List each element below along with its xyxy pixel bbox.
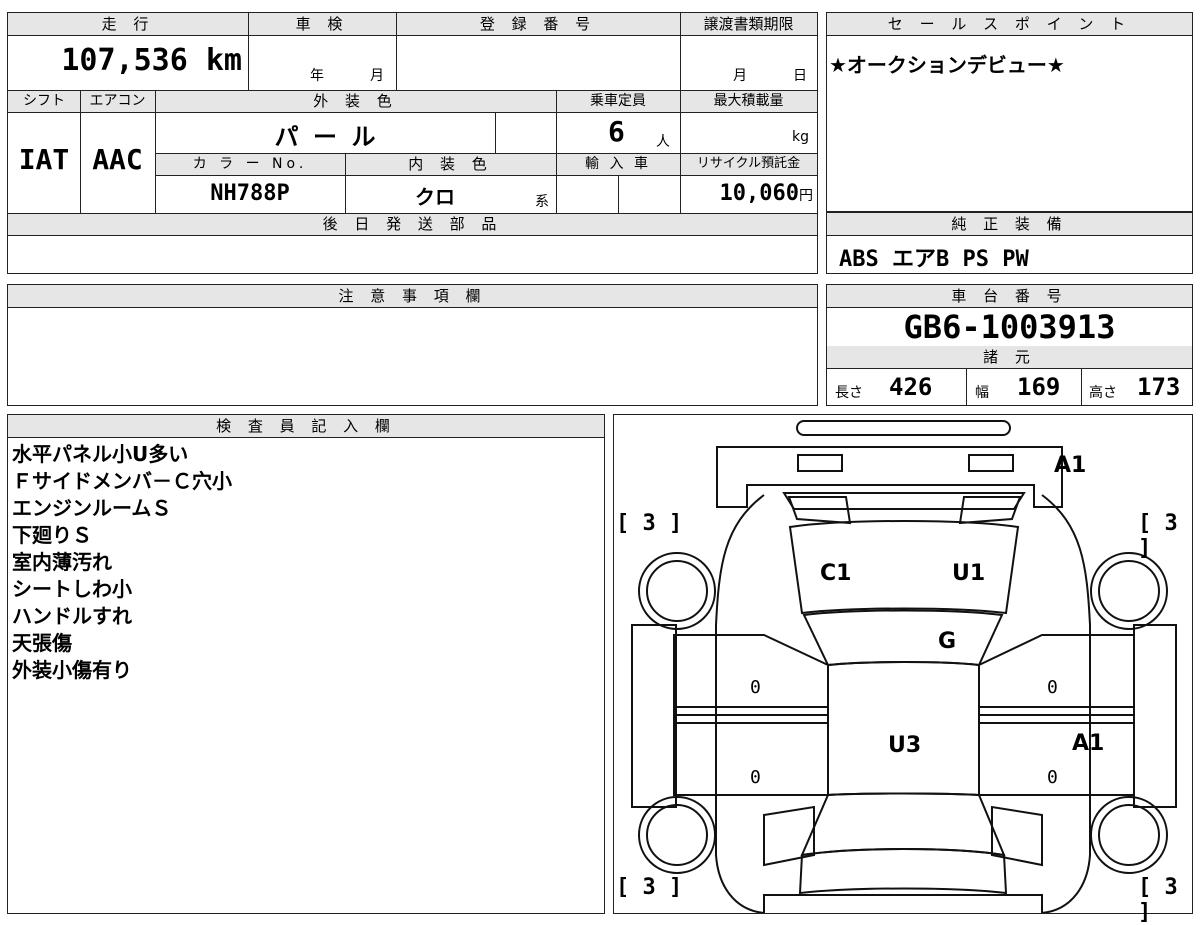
rear-hatch	[798, 848, 1008, 895]
sales-point-box: セ ー ル ス ポ イ ン ト ★オークションデビュー★	[826, 12, 1193, 212]
interior-color-value: クロ	[415, 185, 455, 209]
left-front-door	[673, 634, 829, 716]
width-value: 169	[1017, 373, 1061, 401]
damage-right-rear-door: A1	[1072, 731, 1105, 756]
right-front-door	[978, 634, 1135, 716]
wheel-front-left	[638, 552, 716, 630]
header-inspection: 車 検	[248, 13, 396, 35]
header-dimensions: 諸 元	[827, 346, 1192, 368]
inspector-line: Ｆサイドメンバ－Ｃ穴小	[12, 469, 232, 493]
windshield	[802, 609, 1004, 667]
header-recycle-fee: リサイクル預託金	[680, 153, 817, 175]
recycle-fee-number: 10,060	[719, 181, 799, 206]
header-shift: シフト	[8, 90, 80, 112]
recycle-fee-value: 10,060円	[680, 181, 817, 206]
equipment-box: 純 正 装 備 ABS エアB PS PW	[826, 212, 1193, 274]
damage-hood-right: U1	[952, 561, 986, 586]
damage-hood-left: C1	[820, 561, 852, 586]
rear-window	[800, 792, 1006, 857]
header-aircon: エアコン	[80, 90, 155, 112]
color-number-value: NH788P	[210, 181, 290, 206]
length-label: 長さ	[835, 385, 863, 401]
rear-bumper	[763, 894, 1043, 913]
capacity-unit: 人	[656, 134, 670, 150]
roof	[827, 661, 980, 797]
front-tab	[796, 420, 1011, 436]
transfer-month-label: 月	[733, 68, 747, 84]
header-interior-color: 内 装 色	[345, 153, 556, 175]
header-import: 輸 入 車	[556, 153, 680, 175]
right-front-door-zero: 0	[1047, 677, 1058, 698]
exterior-color-value: パ ー ル	[274, 123, 376, 151]
car-outline-diagram	[631, 420, 1177, 913]
header-later-parts: 後 日 発 送 部 品	[8, 213, 817, 235]
header-equipment: 純 正 装 備	[827, 213, 1192, 235]
max-load-unit: kg	[792, 129, 809, 145]
wheel-front-right	[1090, 552, 1168, 630]
wheel-rear-right	[1090, 796, 1168, 874]
header-sales-point: セ ー ル ス ポ イ ン ト	[827, 13, 1192, 35]
header-notes: 注 意 事 項 欄	[8, 285, 817, 307]
notes-box: 注 意 事 項 欄	[7, 284, 818, 406]
chassis-box: 車 台 番 号 GB6-1003913 諸 元 長さ 426 幅 169 高さ …	[826, 284, 1193, 406]
inspector-lines: 水平パネル小U多い Ｆサイドメンバ－Ｃ穴小 エンジンルームＳ 下廻りＳ 室内薄汚…	[12, 441, 232, 684]
header-transfer-deadline: 譲渡書類期限	[680, 13, 817, 35]
width-label: 幅	[975, 385, 989, 401]
headlight-right	[968, 454, 1014, 472]
body-right	[1041, 494, 1091, 913]
inspection-year-label: 年	[310, 68, 324, 84]
height-value: 173	[1137, 373, 1181, 401]
header-max-load: 最大積載量	[680, 90, 817, 112]
inspector-line: 下廻りＳ	[12, 523, 92, 547]
left-front-door-zero: 0	[750, 677, 761, 698]
inspector-line: 水平パネル小U多い	[12, 442, 189, 466]
left-rear-door-zero: 0	[750, 767, 761, 788]
header-color-number: カ ラ ー No.	[155, 153, 345, 175]
sales-point-text: ★オークションデビュー★	[829, 53, 1065, 77]
interior-color-suffix: 系	[535, 194, 549, 210]
header-registration-number: 登 録 番 号	[396, 13, 680, 35]
damage-front-bumper: A1	[1054, 453, 1087, 478]
equipment-text: ABS エアB PS PW	[839, 247, 1029, 272]
grille	[782, 492, 1026, 510]
header-chassis-number: 車 台 番 号	[827, 285, 1192, 307]
inspection-month-label: 月	[370, 68, 384, 84]
mileage-value: 107,536 km	[8, 43, 248, 78]
length-value: 426	[889, 373, 933, 401]
wheel-bracket-bottom-left: [ 3 ]	[616, 875, 683, 900]
mileage-unit: km	[205, 43, 242, 78]
headlight-left	[797, 454, 843, 472]
height-label: 高さ	[1089, 385, 1117, 401]
transfer-day-label: 日	[793, 68, 807, 84]
inspector-line: ハンドルすれ	[12, 604, 132, 628]
shift-value: IAT	[18, 143, 70, 176]
inspector-line: 室内薄汚れ	[12, 550, 112, 574]
wheel-bracket-top-right: [ 3 ]	[1138, 511, 1178, 561]
wheel-rear-left	[638, 796, 716, 874]
damage-windshield: G	[938, 629, 957, 654]
recycle-fee-unit: 円	[799, 188, 813, 204]
vehicle-info-box: 走 行 車 検 登 録 番 号 譲渡書類期限 107,536 km 年 月 月 …	[7, 12, 818, 274]
inspector-box: 検 査 員 記 入 欄 水平パネル小U多い Ｆサイドメンバ－Ｃ穴小 エンジンルー…	[7, 414, 605, 914]
chassis-number-value: GB6-1003913	[903, 308, 1116, 346]
wheel-bracket-bottom-right: [ 3 ]	[1138, 875, 1178, 925]
inspector-line: エンジンルームＳ	[12, 496, 172, 520]
aircon-value: AAC	[92, 143, 143, 176]
capacity-value: 6	[608, 115, 625, 148]
inspector-line: シートしわ小	[12, 577, 132, 601]
damage-roof: U3	[888, 733, 922, 758]
inspector-line: 外装小傷有り	[12, 658, 132, 682]
header-capacity: 乗車定員	[556, 90, 680, 112]
body-left	[715, 494, 765, 913]
mileage-number: 107,536	[61, 43, 188, 78]
header-exterior-color: 外 装 色	[155, 90, 556, 112]
header-mileage: 走 行	[8, 13, 248, 35]
header-inspector: 検 査 員 記 入 欄	[8, 415, 604, 437]
right-rear-door-zero: 0	[1047, 767, 1058, 788]
car-diagram-box: [ 3 ] [ 3 ] [ 3 ] [ 3 ] A1 C1 U1 G U3 A1…	[613, 414, 1193, 925]
inspector-line: 天張傷	[12, 631, 72, 655]
wheel-bracket-top-left: [ 3 ]	[616, 511, 683, 536]
